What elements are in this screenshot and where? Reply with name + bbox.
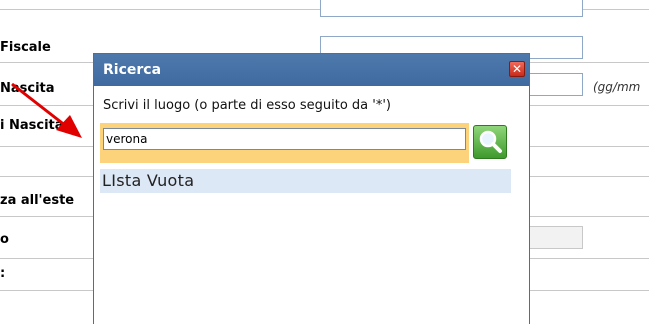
label-row-o: o (0, 232, 9, 247)
red-arrow-annotation (11, 82, 82, 138)
search-prompt: Scrivi il luogo (o parte di esso seguito… (103, 98, 391, 113)
label-codice-fiscale: Fiscale (0, 40, 51, 55)
label-residenza-estero: za all'este (0, 193, 75, 208)
search-input-highlight (100, 123, 469, 163)
dialog-titlebar[interactable]: Ricerca ✕ (94, 54, 529, 86)
background-field-top[interactable] (320, 0, 583, 17)
label-row-colon: : (0, 266, 6, 281)
dialog-title: Ricerca (103, 62, 162, 78)
date-format-hint: (gg/mm (593, 80, 641, 94)
magnifier-icon (479, 130, 502, 153)
search-input[interactable] (103, 128, 466, 150)
result-list-empty: LIsta Vuota (100, 169, 511, 193)
close-icon[interactable]: ✕ (509, 61, 525, 77)
search-button[interactable] (473, 125, 507, 159)
search-dialog: Ricerca ✕ Scrivi il luogo (o parte di es… (93, 53, 530, 324)
